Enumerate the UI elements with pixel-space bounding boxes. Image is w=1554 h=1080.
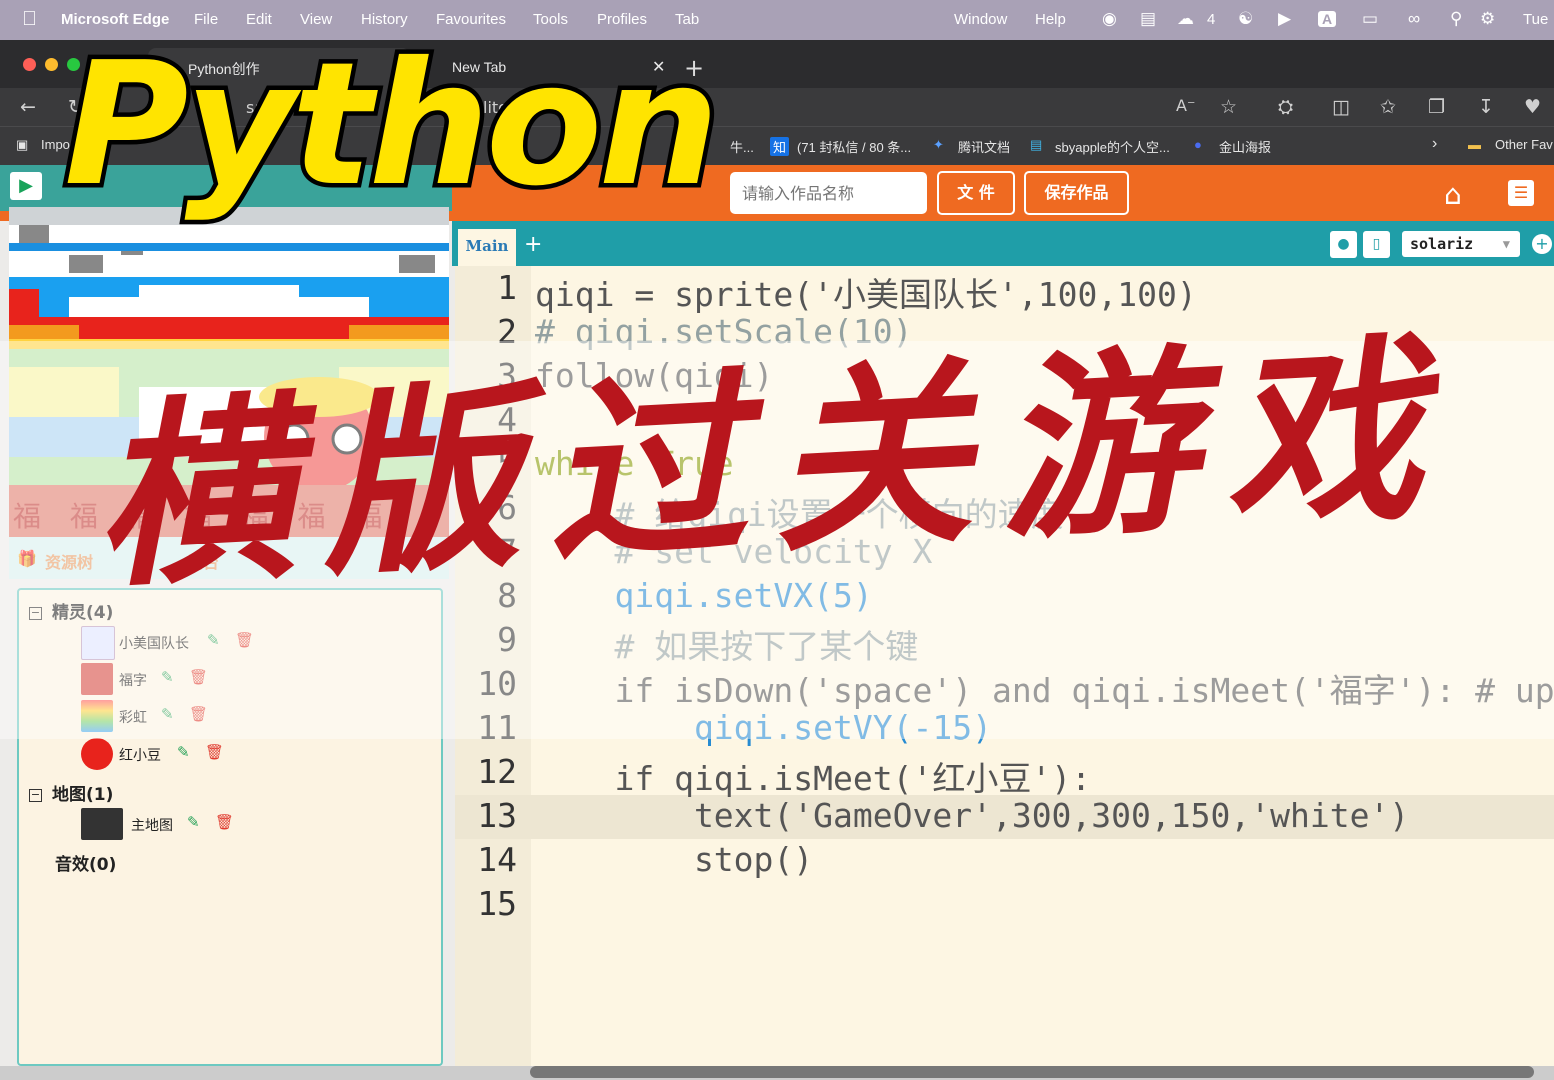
airpods-icon[interactable]: ☯ bbox=[1238, 9, 1253, 29]
wps-icon: ● bbox=[1194, 137, 1202, 152]
theme-select[interactable]: solariz ▼ bbox=[1402, 231, 1520, 257]
edit-icon[interactable]: ✎ bbox=[177, 743, 190, 761]
fav-bilibili[interactable]: sbyapple的个人空... bbox=[1055, 137, 1170, 156]
map-thumbnail bbox=[81, 808, 123, 840]
maps-group[interactable]: − 地图(1) bbox=[29, 780, 113, 805]
collections-icon[interactable]: ❐ bbox=[1428, 96, 1445, 118]
health-icon[interactable]: ♥ bbox=[1524, 96, 1541, 118]
fav-other[interactable]: Other Fav bbox=[1495, 137, 1553, 152]
add-circle-icon[interactable]: + bbox=[1532, 234, 1552, 254]
theme-value: solariz bbox=[1410, 235, 1474, 253]
menu-window[interactable]: Window bbox=[954, 11, 1007, 28]
edit-icon[interactable]: ✎ bbox=[187, 813, 200, 831]
home-icon[interactable]: ⌂ bbox=[1444, 178, 1462, 211]
battery-icon: ▭ bbox=[1362, 9, 1379, 28]
overlay-title-python: Python bbox=[60, 26, 725, 224]
line-number: 13 bbox=[477, 796, 517, 835]
apple-icon[interactable]:  bbox=[22, 8, 37, 31]
line-number: 14 bbox=[477, 840, 517, 879]
close-window-button[interactable] bbox=[23, 58, 36, 71]
file-button[interactable]: 文 件 bbox=[937, 171, 1015, 215]
fav-tencent-docs[interactable]: 腾讯文档 bbox=[958, 137, 1010, 156]
code-line: qiqi = sprite('小美国队长',100,100) bbox=[535, 275, 1197, 314]
line-number: 1 bbox=[497, 268, 517, 307]
shirt-icon: ▼ bbox=[1502, 237, 1510, 251]
list-icon[interactable]: ☰ bbox=[1508, 180, 1534, 206]
add-file-icon[interactable]: + bbox=[524, 232, 542, 257]
calendar-icon[interactable]: ▤ bbox=[1140, 9, 1156, 29]
minimize-window-button[interactable] bbox=[45, 58, 58, 71]
import-icon[interactable]: ▣ bbox=[16, 137, 28, 153]
input-method-icon[interactable]: A bbox=[1318, 11, 1337, 27]
zhihu-icon: 知 bbox=[770, 137, 790, 156]
back-icon[interactable]: ← bbox=[20, 96, 36, 118]
wechat-icon[interactable]: ☁ bbox=[1177, 9, 1194, 29]
wechat-badge: 4 bbox=[1207, 11, 1216, 28]
folder-icon: ▬ bbox=[1468, 137, 1481, 152]
split-screen-icon[interactable]: ◫ bbox=[1332, 96, 1350, 118]
code-line: if qiqi.isMeet('红小豆'): bbox=[535, 759, 1091, 798]
line-number: 15 bbox=[477, 884, 517, 923]
extensions-icon[interactable]: ⛭ bbox=[1278, 96, 1293, 118]
save-button[interactable]: 保存作品 bbox=[1024, 171, 1129, 215]
line-number: 12 bbox=[477, 752, 517, 791]
trash-icon[interactable]: 🗑 bbox=[205, 743, 224, 761]
lightbulb-icon[interactable]: ● bbox=[1330, 231, 1357, 258]
map-name: 主地图 bbox=[131, 818, 173, 834]
spotlight-icon[interactable]: ⚲ bbox=[1450, 9, 1462, 29]
tencent-docs-icon: ✦ bbox=[933, 137, 944, 152]
bilibili-icon: ▤ bbox=[1030, 137, 1043, 152]
collapse-icon[interactable]: − bbox=[29, 789, 42, 802]
read-aloud-icon[interactable]: A⁻ bbox=[1176, 96, 1195, 115]
phone-icon[interactable]: ▯ bbox=[1363, 231, 1390, 258]
sprite-thumbnail bbox=[81, 738, 113, 770]
play-icon[interactable]: ▶ bbox=[1278, 9, 1291, 29]
fav-wps[interactable]: 金山海报 bbox=[1219, 137, 1271, 156]
code-line: stop() bbox=[535, 840, 814, 879]
horizontal-scrollbar[interactable] bbox=[530, 1066, 1534, 1078]
downloads-icon[interactable]: ↧ bbox=[1478, 96, 1494, 118]
work-name-input[interactable] bbox=[730, 172, 927, 214]
record-icon[interactable]: ◉ bbox=[1102, 9, 1117, 29]
sounds-group[interactable]: 音效(0) bbox=[55, 850, 116, 875]
fav-item[interactable]: 牛... bbox=[730, 137, 754, 156]
star-icon[interactable]: ☆ bbox=[1220, 96, 1237, 118]
fav-zhihu[interactable]: (71 封私信 / 80 条... bbox=[797, 137, 911, 156]
tab-main[interactable]: Main bbox=[458, 229, 516, 266]
menu-help[interactable]: Help bbox=[1035, 11, 1066, 28]
clock: Tue bbox=[1523, 11, 1549, 28]
code-line: text('GameOver',300,300,150,'white') bbox=[535, 796, 1410, 835]
trash-icon[interactable]: 🗑 bbox=[215, 813, 234, 831]
control-center-icon[interactable]: ⚙ bbox=[1480, 9, 1495, 29]
link-icon[interactable]: ∞ bbox=[1408, 9, 1420, 29]
favorites-icon[interactable]: ✩ bbox=[1380, 96, 1396, 118]
chevron-right-icon[interactable]: › bbox=[1432, 135, 1437, 153]
sprite-name: 红小豆 bbox=[119, 748, 161, 764]
run-button[interactable]: ▶ bbox=[10, 172, 42, 200]
